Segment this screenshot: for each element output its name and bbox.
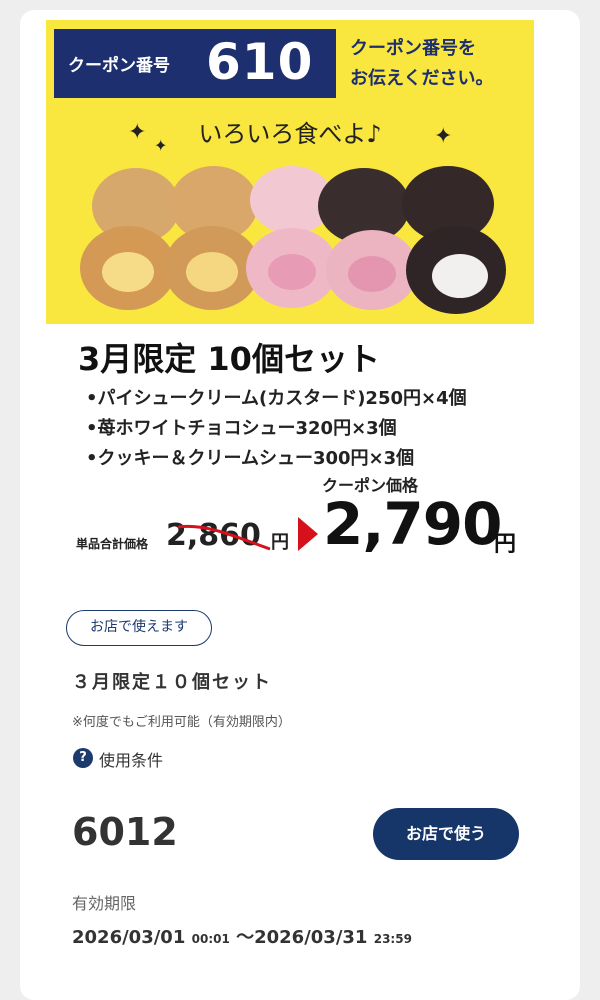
coupon-price-yen: 円 bbox=[494, 532, 517, 557]
coupon-name: ３月限定１０個セット bbox=[72, 672, 272, 693]
coupon-number-label: クーポン番号 bbox=[68, 56, 170, 76]
question-icon[interactable]: ? bbox=[73, 748, 93, 768]
old-price-yen: 円 bbox=[271, 532, 289, 553]
strikethrough-line bbox=[177, 524, 271, 551]
validity-label: 有効期限 bbox=[72, 894, 137, 913]
single-total-label: 単品合計価格 bbox=[76, 537, 149, 551]
sparkle-icon: ✦ bbox=[434, 124, 453, 149]
tell-staff-line1: クーポン番号を bbox=[350, 38, 476, 59]
valid-end-date: 2026/03/31 bbox=[254, 927, 368, 948]
store-use-badge: お店で使えます bbox=[66, 610, 212, 646]
strawberry-cream bbox=[268, 254, 316, 290]
set-item: •苺ホワイトチョコシュー320円×3個 bbox=[86, 418, 397, 439]
valid-start-time: 00:01 bbox=[191, 932, 230, 946]
coupon-number-box: クーポン番号 610 bbox=[54, 29, 336, 98]
promo-tagline: いろいろ食べよ♪ bbox=[198, 120, 382, 148]
custard-cream bbox=[186, 252, 238, 292]
validity-range: 2026/03/01 00:01 ～2026/03/31 23:59 bbox=[72, 923, 412, 949]
usage-note: ※何度でもご利用可能（有効期限内） bbox=[72, 715, 291, 730]
promo-banner: クーポン番号 610 クーポン番号を お伝えください。 ✦ ✦ いろいろ食べよ♪… bbox=[46, 20, 534, 324]
price-arrow-icon bbox=[298, 517, 318, 551]
coupon-code: 6012 bbox=[72, 810, 178, 854]
set-item-list: •パイシュークリーム(カスタード)250円×4個 •苺ホワイトチョコシュー320… bbox=[86, 384, 467, 474]
set-title: 3月限定 10個セット bbox=[78, 340, 380, 378]
custard-cream bbox=[102, 252, 154, 292]
tell-staff-line2: お伝えください。 bbox=[350, 68, 494, 89]
valid-end-time: 23:59 bbox=[373, 932, 412, 946]
valid-start-date: 2026/03/01 bbox=[72, 927, 186, 948]
valid-separator: ～ bbox=[229, 927, 255, 948]
coupon-price: 2,790 bbox=[323, 490, 502, 558]
cookie-cream bbox=[432, 254, 488, 298]
coupon-number: 610 bbox=[206, 33, 314, 91]
use-in-store-button[interactable]: お店で使う bbox=[373, 808, 519, 860]
strawberry-cream bbox=[348, 256, 396, 292]
set-item: •クッキー＆クリームシュー300円×3個 bbox=[86, 448, 415, 469]
cream-puff-photo bbox=[80, 166, 506, 314]
set-item: •パイシュークリーム(カスタード)250円×4個 bbox=[86, 388, 467, 409]
terms-link[interactable]: 使用条件 bbox=[99, 747, 163, 771]
